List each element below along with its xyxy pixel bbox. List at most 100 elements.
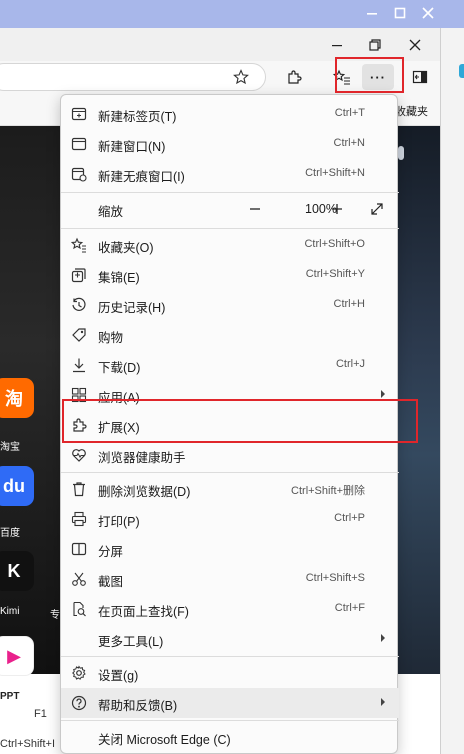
menu-item-find-on-page[interactable]: 在页面上查找(F) Ctrl+F (61, 594, 399, 624)
outer-minimize-button[interactable] (358, 0, 386, 26)
menu-shortcut: Ctrl+Shift+S (305, 572, 365, 584)
app-label-partial: 专 (50, 610, 60, 621)
menu-item-inprivate[interactable]: 新建无痕窗口(I) Ctrl+Shift+N (61, 159, 399, 189)
app-label-taobao: 淘宝 (0, 442, 20, 453)
menu-item-extensions[interactable]: 扩展(X) (61, 410, 399, 440)
menu-label: 设置(g) (98, 669, 139, 683)
address-bar[interactable] (0, 63, 266, 91)
menu-item-collections[interactable]: 集锦(E) Ctrl+Shift+Y (61, 260, 399, 290)
menu-label: 在页面上查找(F) (98, 605, 189, 619)
menu-shortcut: Ctrl+J (335, 358, 365, 370)
new-window-icon (71, 137, 87, 151)
outer-app-logo (459, 64, 464, 78)
settings-and-more-button[interactable]: ··· (362, 64, 394, 90)
favorites-bar-label[interactable]: 收藏夹 (395, 103, 428, 119)
collections-icon (71, 268, 86, 283)
find-icon (73, 601, 86, 617)
menu-item-browser-health[interactable]: 浏览器健康助手 (61, 440, 399, 470)
split-screen-icon (71, 542, 87, 556)
page-bottom-strip: F1 Ctrl+Shift+I (0, 708, 60, 754)
menu-item-more-tools[interactable]: 更多工具(L) (61, 624, 399, 654)
menu-label: 新建标签页(T) (98, 110, 177, 124)
app-icon-kimi[interactable]: K (0, 551, 34, 591)
browser-toolbar: ··· (0, 61, 440, 91)
expand-icon (371, 203, 383, 215)
menu-shortcut: Ctrl+Shift+N (305, 167, 365, 179)
submenu-arrow-icon (381, 634, 385, 642)
menu-shortcut: Ctrl+F (334, 602, 365, 614)
menu-shortcut: Ctrl+H (333, 298, 365, 310)
sidebar-icon (412, 70, 428, 84)
menu-label: 分屏 (98, 545, 124, 559)
favorites-list-icon (333, 69, 350, 85)
app-label-ppt: PPT (0, 691, 20, 702)
menu-label: 删除浏览数据(D) (98, 485, 191, 499)
menu-label: 关闭 Microsoft Edge (C) (98, 733, 231, 747)
zoom-label: 缩放 (98, 205, 124, 219)
extensions-toolbar-button[interactable] (280, 64, 308, 90)
new-tab-icon (71, 107, 87, 121)
menu-label: 帮助和反馈(B) (98, 699, 178, 713)
menu-label: 收藏夹(O) (98, 241, 154, 255)
plus-icon (332, 204, 342, 214)
submenu-arrow-icon (381, 698, 385, 706)
menu-shortcut: Ctrl+Shift+Y (305, 268, 365, 280)
favorite-star-icon[interactable] (233, 69, 249, 85)
close-window-button[interactable] (396, 28, 434, 61)
favorites-icon (71, 237, 86, 253)
app-icon-ppt[interactable]: ▶ (0, 636, 34, 676)
menu-item-new-window[interactable]: 新建窗口(N) Ctrl+N (61, 129, 399, 159)
menu-label: 截图 (98, 575, 124, 589)
menu-item-downloads[interactable]: 下载(D) Ctrl+J (61, 350, 399, 380)
menu-item-screenshot[interactable]: 截图 Ctrl+Shift+S (61, 564, 399, 594)
menu-label: 扩展(X) (98, 421, 140, 435)
outer-window-title-bar (0, 0, 464, 28)
apps-icon (71, 387, 87, 403)
menu-item-favorites[interactable]: 收藏夹(O) Ctrl+Shift+O (61, 230, 399, 260)
menu-label: 历史记录(H) (98, 301, 166, 315)
settings-and-more-menu: 新建标签页(T) Ctrl+T 新建窗口(N) Ctrl+N 新建无痕窗口(I)… (60, 94, 399, 754)
shortcut-f1: F1 (34, 708, 47, 720)
menu-item-new-tab[interactable]: 新建标签页(T) Ctrl+T (61, 99, 399, 129)
scissors-icon (72, 572, 86, 586)
menu-separator (61, 192, 399, 193)
more-dots-icon: ··· (370, 69, 386, 85)
app-icon-taobao[interactable]: 淘 (0, 378, 34, 418)
menu-item-clear-browsing-data[interactable]: 删除浏览数据(D) Ctrl+Shift+删除 (61, 474, 399, 504)
submenu-arrow-icon (381, 390, 385, 398)
sidebar-toggle-button[interactable] (406, 64, 434, 90)
menu-item-print[interactable]: 打印(P) Ctrl+P (61, 504, 399, 534)
menu-item-help-feedback[interactable]: 帮助和反馈(B) (61, 688, 399, 718)
shopping-tag-icon (72, 328, 86, 342)
menu-separator (61, 720, 399, 721)
app-icon-baidu[interactable]: du (0, 466, 34, 506)
menu-item-shopping[interactable]: 购物 (61, 320, 399, 350)
history-icon (72, 297, 86, 311)
trash-icon (73, 482, 85, 497)
page-background-right (398, 126, 440, 674)
fullscreen-button[interactable] (367, 199, 387, 219)
heart-pulse-icon (72, 449, 86, 462)
printer-icon (71, 511, 87, 527)
menu-shortcut: Ctrl+N (333, 137, 365, 149)
menu-item-history[interactable]: 历史记录(H) Ctrl+H (61, 290, 399, 320)
favorites-toolbar-button[interactable] (328, 64, 356, 90)
menu-item-settings[interactable]: 设置(g) (61, 658, 399, 688)
minimize-button[interactable] (318, 28, 356, 61)
menu-label: 新建无痕窗口(I) (98, 170, 185, 184)
menu-item-apps[interactable]: 应用(A) (61, 380, 399, 410)
download-icon (73, 358, 85, 373)
extensions-puzzle-icon (73, 418, 87, 432)
outer-maximize-button[interactable] (386, 0, 414, 26)
edge-title-bar (0, 28, 440, 61)
menu-label: 应用(A) (98, 391, 140, 405)
menu-item-close-edge[interactable]: 关闭 Microsoft Edge (C) (61, 722, 399, 752)
zoom-out-button[interactable] (245, 199, 265, 219)
outer-close-button[interactable] (414, 0, 442, 26)
menu-label: 打印(P) (98, 515, 140, 529)
menu-shortcut: Ctrl+T (334, 107, 365, 119)
menu-item-split-screen[interactable]: 分屏 (61, 534, 399, 564)
restore-button[interactable] (356, 28, 394, 61)
zoom-in-button[interactable] (327, 199, 347, 219)
menu-separator (61, 472, 399, 473)
